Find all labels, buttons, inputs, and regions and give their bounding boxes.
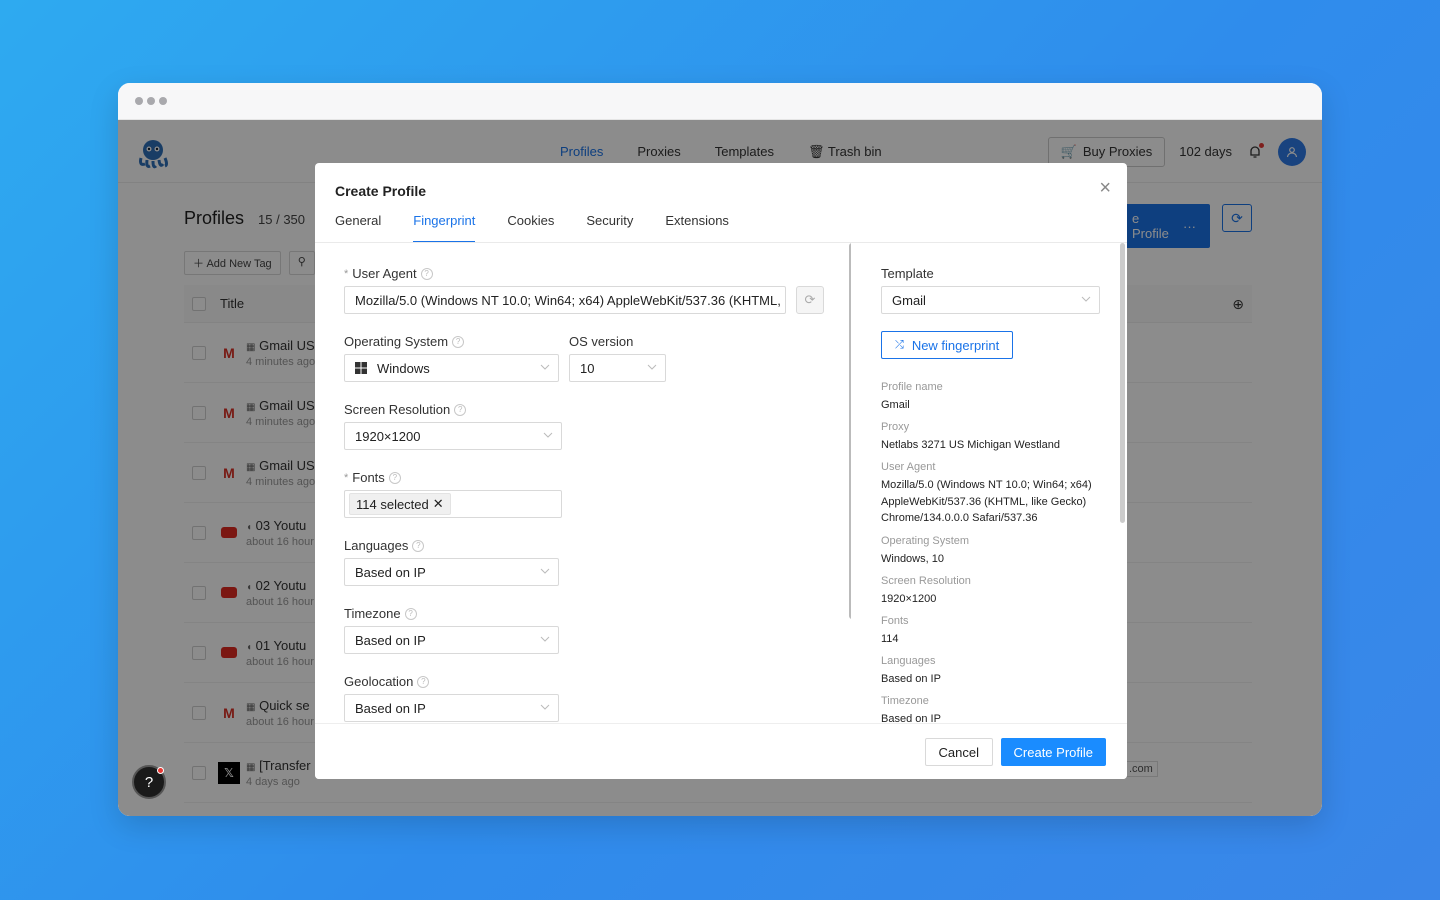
geolocation-select[interactable]: Based on IP	[344, 694, 559, 722]
summary-value: Windows, 10	[881, 553, 944, 565]
chevron-down-icon	[540, 568, 550, 574]
chevron-down-icon	[543, 432, 553, 438]
tab-fingerprint[interactable]: Fingerprint	[413, 213, 476, 243]
help-icon[interactable]: ?	[417, 675, 430, 688]
resolution-label: Screen Resolution?	[344, 402, 467, 417]
new-fingerprint-button[interactable]: ⤮ New fingerprint	[881, 331, 1014, 359]
help-icon[interactable]: ?	[452, 335, 465, 348]
timezone-select[interactable]: Based on IP	[344, 626, 559, 654]
template-label: Template	[881, 266, 934, 281]
resolution-select[interactable]: 1920×1200	[344, 422, 562, 450]
summary-label: Proxy	[881, 421, 910, 433]
summary-value: 114	[881, 633, 899, 645]
help-icon[interactable]: ?	[388, 471, 401, 484]
create-profile-button[interactable]: Create Profile	[1000, 738, 1106, 766]
geolocation-value: Based on IP	[355, 700, 426, 716]
languages-select[interactable]: Based on IP	[344, 558, 559, 586]
window-dot[interactable]	[135, 97, 143, 105]
chevron-down-icon	[540, 704, 550, 710]
timezone-label-text: Timezone	[344, 606, 401, 621]
window-dot[interactable]	[159, 97, 167, 105]
fingerprint-summary: Template Gmail ⤮ New fingerprint Profile …	[851, 243, 1127, 723]
fingerprint-form: * User Agent? Mozilla/5.0 (Windows NT 10.…	[315, 243, 851, 723]
fonts-label-text: Fonts	[352, 470, 385, 485]
timezone-value: Based on IP	[355, 632, 426, 648]
window-dot[interactable]	[147, 97, 155, 105]
os-select[interactable]: Windows	[344, 354, 559, 382]
close-icon[interactable]: ×	[1099, 177, 1111, 200]
help-icon[interactable]: ?	[404, 607, 417, 620]
shuffle-icon: ⤮	[895, 338, 904, 351]
os-label: Operating System?	[344, 334, 465, 349]
fonts-label: * Fonts?	[344, 470, 401, 485]
close-icon[interactable]: ✕	[433, 496, 444, 512]
summary-label: Fonts	[881, 615, 909, 627]
timezone-label: Timezone?	[344, 606, 417, 621]
os-label-text: Operating System	[344, 334, 449, 349]
resolution-value: 1920×1200	[355, 428, 421, 444]
help-button[interactable]: ?	[132, 765, 166, 799]
summary-scrollbar[interactable]	[1120, 243, 1125, 523]
summary-value: Based on IP	[881, 713, 941, 723]
chevron-down-icon	[540, 364, 550, 370]
summary-label: User Agent	[881, 461, 936, 473]
languages-label: Languages?	[344, 538, 425, 553]
os-version-value: 10	[580, 360, 595, 376]
chevron-down-icon	[647, 364, 657, 370]
user-agent-label-text: User Agent	[352, 266, 417, 281]
refresh-icon: ⟳	[804, 292, 816, 307]
new-fingerprint-label: New fingerprint	[911, 337, 1000, 353]
summary-value: Mozilla/5.0 (Windows NT 10.0; Win64; x64…	[881, 479, 1092, 524]
summary-value: Gmail	[881, 399, 910, 411]
languages-value: Based on IP	[355, 564, 426, 580]
geolocation-label-text: Geolocation	[344, 674, 414, 689]
fonts-chip-label: 114 selected	[356, 496, 429, 512]
summary-label: Languages	[881, 655, 936, 667]
geolocation-label: Geolocation?	[344, 674, 430, 689]
summary-label: Operating System	[881, 535, 970, 547]
tab-extensions[interactable]: Extensions	[665, 213, 729, 243]
resolution-label-text: Screen Resolution	[344, 402, 451, 417]
os-version-label: OS version	[569, 334, 634, 349]
summary-value: Based on IP	[881, 673, 941, 685]
summary-label: Profile name	[881, 381, 943, 393]
help-icon[interactable]: ?	[412, 539, 425, 552]
cancel-button[interactable]: Cancel	[924, 738, 993, 766]
windows-icon	[355, 362, 367, 374]
summary-label: Screen Resolution	[881, 575, 971, 587]
os-select-value: Windows	[377, 360, 430, 376]
help-badge	[157, 767, 164, 774]
summary-label: Timezone	[881, 695, 929, 707]
create-profile-modal: Create Profile × General Fingerprint Coo…	[315, 163, 1127, 779]
user-agent-label: * User Agent?	[344, 266, 433, 281]
summary-value: 1920×1200	[881, 593, 937, 605]
chevron-down-icon	[1081, 296, 1091, 302]
window-titlebar	[118, 83, 1322, 120]
fonts-chip: 114 selected ✕	[349, 493, 451, 515]
modal-footer: Cancel Create Profile	[315, 723, 1127, 779]
chevron-down-icon	[540, 636, 550, 642]
tab-general[interactable]: General	[335, 213, 381, 243]
help-icon[interactable]: ?	[454, 403, 467, 416]
fonts-select[interactable]: 114 selected ✕	[344, 490, 562, 518]
regenerate-user-agent-button[interactable]: ⟳	[796, 286, 824, 314]
summary-value: Netlabs 3271 US Michigan Westland	[881, 439, 1060, 451]
template-select[interactable]: Gmail	[881, 286, 1100, 314]
template-value: Gmail	[892, 292, 926, 308]
languages-label-text: Languages	[344, 538, 409, 553]
user-agent-input[interactable]: Mozilla/5.0 (Windows NT 10.0; Win64; x64…	[344, 286, 786, 314]
help-icon[interactable]: ?	[420, 267, 433, 280]
modal-title: Create Profile	[335, 183, 427, 199]
tab-cookies[interactable]: Cookies	[507, 213, 554, 243]
modal-tabs: General Fingerprint Cookies Security Ext…	[335, 213, 729, 243]
os-version-select[interactable]: 10	[569, 354, 666, 382]
question-icon: ?	[144, 773, 154, 791]
tab-security[interactable]: Security	[586, 213, 633, 243]
